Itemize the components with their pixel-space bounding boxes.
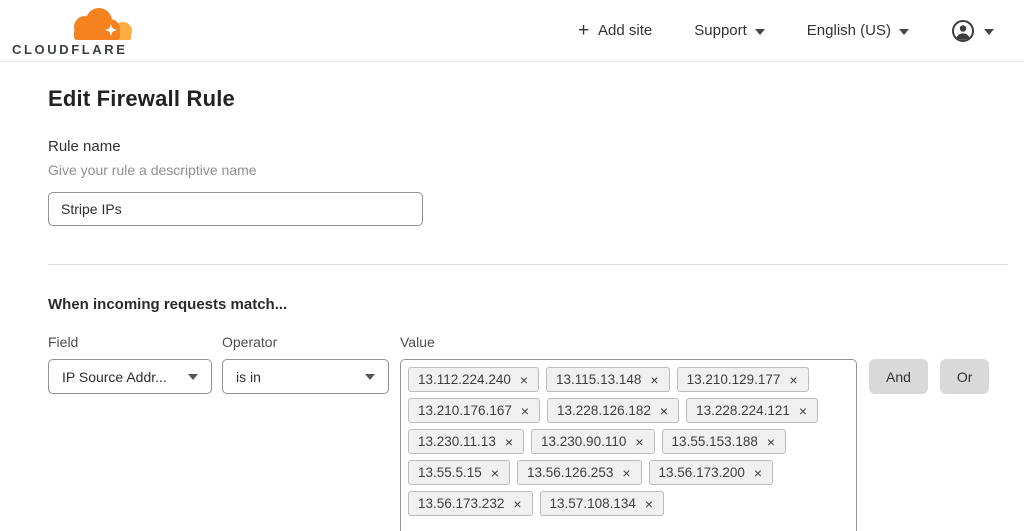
caret-down-icon [899, 28, 909, 35]
operator-column: Operator is in [222, 334, 389, 394]
caret-down-icon [365, 374, 375, 380]
cloudflare-cloud-icon [74, 7, 132, 40]
operator-selected-value: is in [236, 368, 261, 385]
value-column: Value 13.112.224.240 × 13.115.13.148 × 1… [400, 334, 857, 531]
caret-down-icon [984, 28, 994, 35]
field-selected-value: IP Source Addr... [62, 368, 167, 385]
ip-tag: 13.230.90.110 × [531, 429, 655, 454]
or-button[interactable]: Or [939, 359, 990, 394]
cloudflare-logo-text: CLOUDFLARE [12, 41, 128, 57]
user-avatar-icon [952, 19, 974, 42]
remove-tag-icon[interactable]: × [645, 497, 653, 511]
ip-tag: 13.228.224.121 × [686, 398, 819, 423]
remove-tag-icon[interactable]: × [513, 497, 521, 511]
connector-buttons: And Or [869, 359, 990, 394]
ip-tag: 13.230.11.13 × [408, 429, 525, 454]
ip-tag-label: 13.228.224.121 [696, 403, 790, 418]
ip-tag-label: 13.210.176.167 [418, 403, 512, 418]
ip-tag-label: 13.228.126.182 [557, 403, 651, 418]
add-site-button[interactable]: + Add site [578, 21, 652, 40]
ip-tag-label: 13.55.153.188 [671, 434, 758, 449]
account-menu[interactable] [951, 19, 994, 43]
ip-tag-label: 13.56.173.232 [418, 496, 505, 511]
operator-select[interactable]: is in [222, 359, 389, 394]
remove-tag-icon[interactable]: × [520, 373, 528, 387]
remove-tag-icon[interactable]: × [789, 373, 797, 387]
language-label: English (US) [806, 22, 891, 39]
ip-tag: 13.112.224.240 × [408, 367, 540, 392]
ip-tag: 13.55.153.188 × [661, 429, 787, 454]
ip-tag: 13.210.176.167 × [408, 398, 541, 423]
caret-down-icon [188, 374, 198, 380]
ip-tag-label: 13.112.224.240 [418, 372, 511, 387]
remove-tag-icon[interactable]: × [799, 404, 807, 418]
ip-tag: 13.228.126.182 × [547, 398, 680, 423]
rule-name-input[interactable] [48, 192, 423, 226]
ip-tag-label: 13.55.5.15 [418, 465, 482, 480]
top-navigation-bar: CLOUDFLARE + Add site Support English (U… [0, 0, 1024, 62]
add-site-label: Add site [598, 22, 653, 39]
and-button[interactable]: And [869, 359, 928, 394]
value-tag-input[interactable]: 13.112.224.240 × 13.115.13.148 × 13.210.… [400, 359, 857, 531]
ip-tag: 13.56.173.232 × [408, 491, 533, 516]
caret-down-icon [754, 28, 765, 35]
remove-tag-icon[interactable]: × [521, 404, 529, 418]
plus-icon: + [577, 20, 590, 41]
cloudflare-logo[interactable]: CLOUDFLARE [12, 6, 138, 56]
remove-tag-icon[interactable]: × [505, 435, 513, 449]
section-divider [48, 264, 1008, 265]
remove-tag-icon[interactable]: × [754, 466, 762, 480]
ip-tag: 13.56.126.253 × [517, 460, 642, 485]
remove-tag-icon[interactable]: × [491, 466, 499, 480]
remove-tag-icon[interactable]: × [635, 435, 643, 449]
ip-tag-label: 13.230.90.110 [541, 434, 627, 449]
ip-tag-label: 13.56.173.200 [658, 465, 745, 480]
remove-tag-icon[interactable]: × [650, 373, 658, 387]
ip-tag: 13.55.5.15 × [408, 460, 510, 485]
language-menu[interactable]: English (US) [807, 22, 909, 39]
ip-tag-label: 13.57.108.134 [549, 496, 636, 511]
ip-tag-label: 13.210.129.177 [686, 372, 781, 387]
ip-tag: 13.115.13.148 × [546, 367, 670, 392]
top-nav-menu: + Add site Support English (US) [578, 19, 994, 43]
field-select[interactable]: IP Source Addr... [48, 359, 212, 394]
match-heading: When incoming requests match... [48, 296, 288, 313]
ip-tag-label: 13.56.126.253 [527, 465, 614, 480]
ip-tag: 13.57.108.134 × [539, 491, 665, 516]
value-label: Value [400, 334, 435, 350]
rule-name-label: Rule name [48, 138, 121, 155]
rule-builder-row: Field IP Source Addr... Operator is in V… [48, 334, 1024, 531]
remove-tag-icon[interactable]: × [622, 466, 630, 480]
page-title: Edit Firewall Rule [48, 86, 235, 111]
ip-tag: 13.210.129.177 × [676, 367, 809, 392]
ip-tag-label: 13.230.11.13 [418, 434, 496, 449]
remove-tag-icon[interactable]: × [767, 435, 775, 449]
operator-label: Operator [222, 334, 278, 350]
main-content: Edit Firewall Rule Rule name Give your r… [0, 62, 1024, 531]
field-column: Field IP Source Addr... [48, 334, 212, 394]
field-label: Field [48, 334, 79, 350]
remove-tag-icon[interactable]: × [660, 404, 668, 418]
ip-tag: 13.56.173.200 × [648, 460, 774, 485]
support-label: Support [694, 22, 747, 39]
ip-tag-label: 13.115.13.148 [556, 372, 642, 387]
rule-name-helper: Give your rule a descriptive name [48, 162, 257, 178]
support-menu[interactable]: Support [694, 22, 765, 39]
